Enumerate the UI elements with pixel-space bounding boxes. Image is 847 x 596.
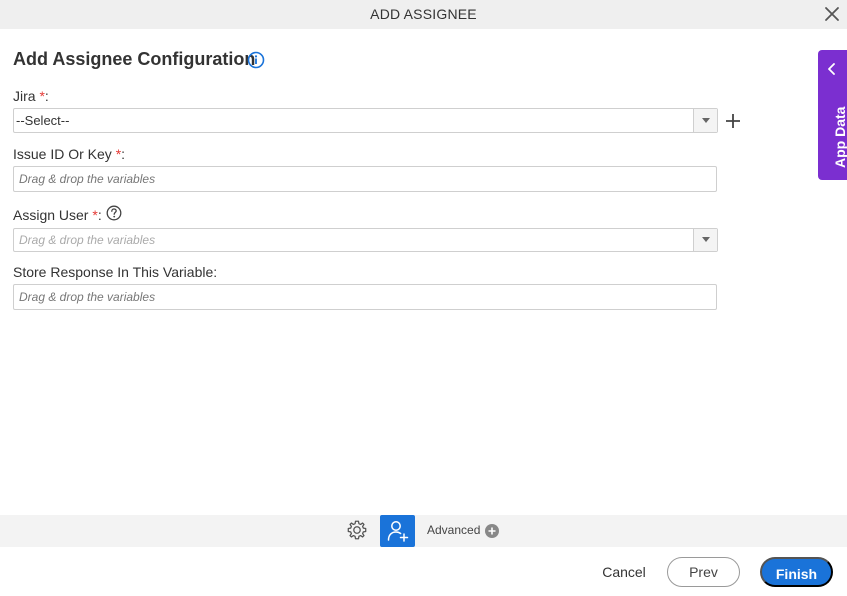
issue-id-placeholder: Drag & drop the variables xyxy=(19,172,156,186)
dialog-titlebar: ADD ASSIGNEE xyxy=(0,0,847,29)
store-response-label: Store Response In This Variable: xyxy=(13,264,218,280)
add-assignee-step-button[interactable] xyxy=(380,515,415,547)
caret-down-icon xyxy=(702,237,710,242)
chevron-left-icon xyxy=(828,63,835,75)
jira-label: Jira *: xyxy=(13,88,49,104)
store-response-field[interactable]: Drag & drop the variables xyxy=(13,284,717,310)
assign-user-select[interactable]: Drag & drop the variables xyxy=(13,228,718,252)
plus-circle-icon[interactable] xyxy=(485,524,499,538)
dialog-title: ADD ASSIGNEE xyxy=(370,6,477,22)
issue-id-label: Issue ID Or Key *: xyxy=(13,146,125,162)
assign-user-label-text: Assign User xyxy=(13,207,89,223)
assign-user-dropdown-toggle[interactable] xyxy=(693,229,717,251)
info-icon[interactable] xyxy=(247,51,265,69)
store-response-placeholder: Drag & drop the variables xyxy=(19,290,156,304)
caret-down-icon xyxy=(702,118,710,123)
finish-button[interactable]: Finish xyxy=(760,557,833,587)
advanced-link[interactable]: Advanced xyxy=(427,523,480,537)
assign-user-label: Assign User *: xyxy=(13,207,102,223)
jira-select-value: --Select-- xyxy=(16,113,70,128)
issue-id-label-text: Issue ID Or Key xyxy=(13,146,112,162)
jira-select[interactable]: --Select-- xyxy=(13,108,718,133)
cancel-button[interactable]: Cancel xyxy=(596,557,652,587)
label-colon: : xyxy=(97,207,102,223)
app-data-label: App Data xyxy=(832,106,847,168)
prev-button[interactable]: Prev xyxy=(667,557,740,587)
step-toolbar xyxy=(0,515,847,547)
app-data-panel-tab[interactable]: App Data xyxy=(818,50,847,180)
add-user-icon xyxy=(387,521,409,542)
close-icon[interactable] xyxy=(823,5,841,23)
jira-label-text: Jira xyxy=(13,88,36,104)
label-colon: : xyxy=(44,88,49,104)
gear-icon[interactable] xyxy=(346,519,368,541)
assign-user-placeholder: Drag & drop the variables xyxy=(19,233,156,247)
question-circle-icon[interactable] xyxy=(106,205,122,221)
label-colon: : xyxy=(121,146,126,162)
page-title: Add Assignee Configuration xyxy=(13,49,256,69)
issue-id-field[interactable]: Drag & drop the variables xyxy=(13,166,717,192)
plus-icon[interactable] xyxy=(725,113,741,129)
jira-dropdown-toggle[interactable] xyxy=(693,109,717,132)
